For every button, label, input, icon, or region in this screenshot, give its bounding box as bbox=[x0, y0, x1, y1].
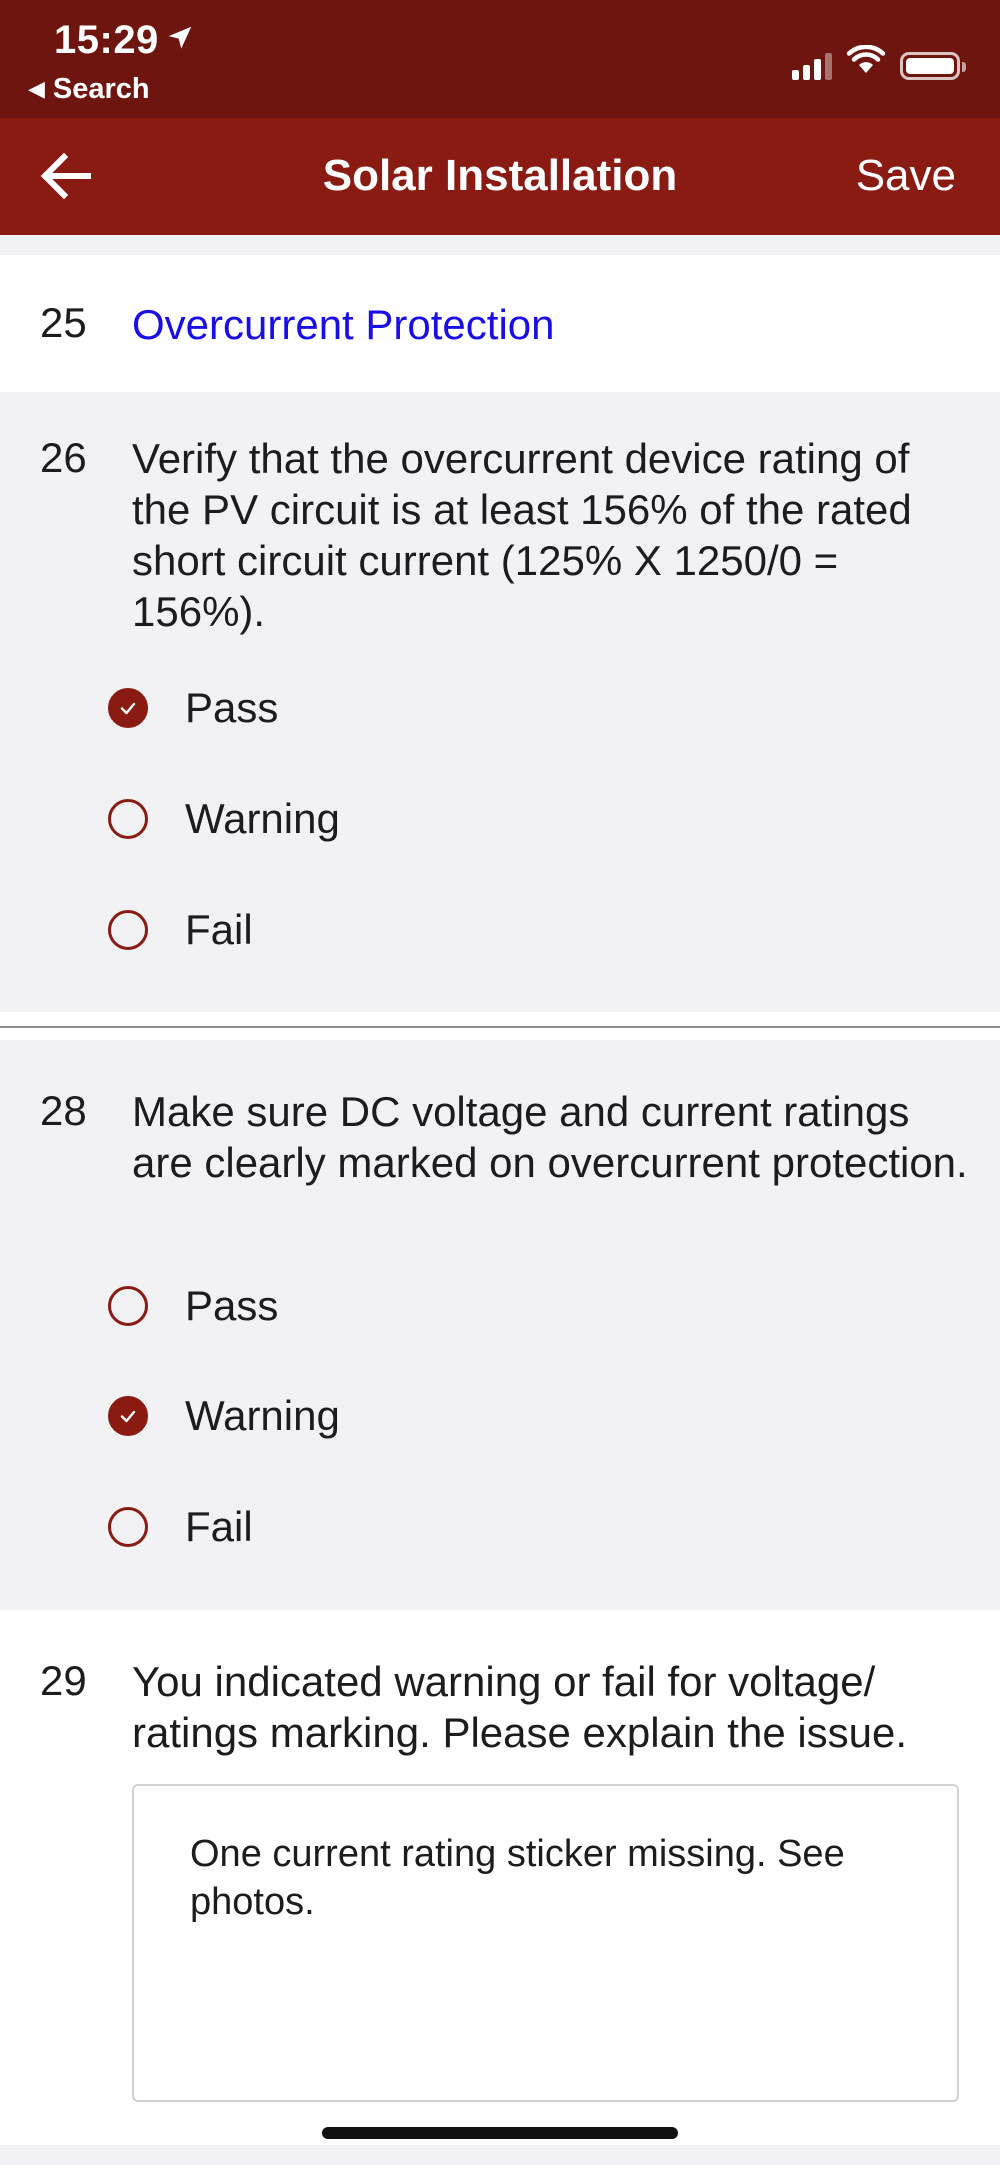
radio-checked[interactable] bbox=[108, 1396, 148, 1436]
option-label: Warning bbox=[185, 795, 340, 842]
section-link-overcurrent-protection[interactable]: Overcurrent Protection bbox=[132, 299, 972, 350]
option-warning[interactable]: Warning bbox=[108, 795, 340, 843]
divider bbox=[0, 1026, 1000, 1028]
question-number: 28 bbox=[40, 1087, 87, 1134]
back-to-app-label: Search bbox=[52, 73, 150, 105]
option-label: Warning bbox=[185, 1392, 340, 1439]
back-triangle-icon: ◀ bbox=[28, 76, 45, 101]
radio-unchecked[interactable] bbox=[108, 1286, 148, 1326]
back-to-app-link[interactable]: ◀ Search bbox=[28, 73, 150, 106]
option-fail[interactable]: Fail bbox=[108, 906, 253, 954]
question-number: 25 bbox=[40, 299, 87, 346]
checkmark-icon bbox=[117, 697, 139, 719]
option-label: Pass bbox=[185, 1282, 279, 1329]
question-26-section: 26 Verify that the overcurrent device ra… bbox=[0, 392, 1000, 1012]
question-text: Verify that the overcurrent device ratin… bbox=[132, 435, 912, 635]
radio-unchecked[interactable] bbox=[108, 799, 148, 839]
checkmark-icon bbox=[117, 1405, 139, 1427]
option-label: Fail bbox=[185, 906, 253, 953]
status-bar: 15:29 ◀ Search bbox=[0, 0, 1000, 118]
location-arrow-icon bbox=[165, 18, 195, 63]
question-25-section: 25 Overcurrent Protection bbox=[0, 255, 1000, 392]
question-number: 29 bbox=[40, 1657, 87, 1704]
explanation-textarea[interactable]: One current rating sticker missing. See … bbox=[132, 1784, 959, 2102]
save-button[interactable]: Save bbox=[856, 151, 956, 201]
radio-unchecked[interactable] bbox=[108, 1507, 148, 1547]
option-warning[interactable]: Warning bbox=[108, 1392, 340, 1440]
option-fail[interactable]: Fail bbox=[108, 1503, 253, 1551]
option-label: Pass bbox=[185, 684, 279, 731]
option-pass[interactable]: Pass bbox=[108, 684, 278, 732]
nav-bar: Solar Installation Save bbox=[0, 118, 1000, 235]
cellular-signal-icon bbox=[792, 52, 832, 80]
question-text: You indicated warning or fail for voltag… bbox=[132, 1658, 908, 1756]
page-title: Solar Installation bbox=[322, 151, 678, 200]
wifi-icon bbox=[846, 44, 886, 80]
home-indicator[interactable] bbox=[322, 2127, 678, 2139]
option-label: Fail bbox=[185, 1503, 253, 1550]
battery-icon bbox=[900, 52, 966, 80]
radio-checked[interactable] bbox=[108, 688, 148, 728]
option-pass[interactable]: Pass bbox=[108, 1282, 278, 1330]
question-number: 26 bbox=[40, 434, 87, 481]
radio-unchecked[interactable] bbox=[108, 910, 148, 950]
status-time-wrap: 15:29 bbox=[54, 18, 195, 63]
status-time: 15:29 bbox=[54, 18, 159, 62]
status-icons bbox=[792, 44, 966, 80]
question-28-section: 28 Make sure DC voltage and current rati… bbox=[0, 1040, 1000, 1610]
question-text: Make sure DC voltage and current ratings… bbox=[132, 1088, 968, 1186]
